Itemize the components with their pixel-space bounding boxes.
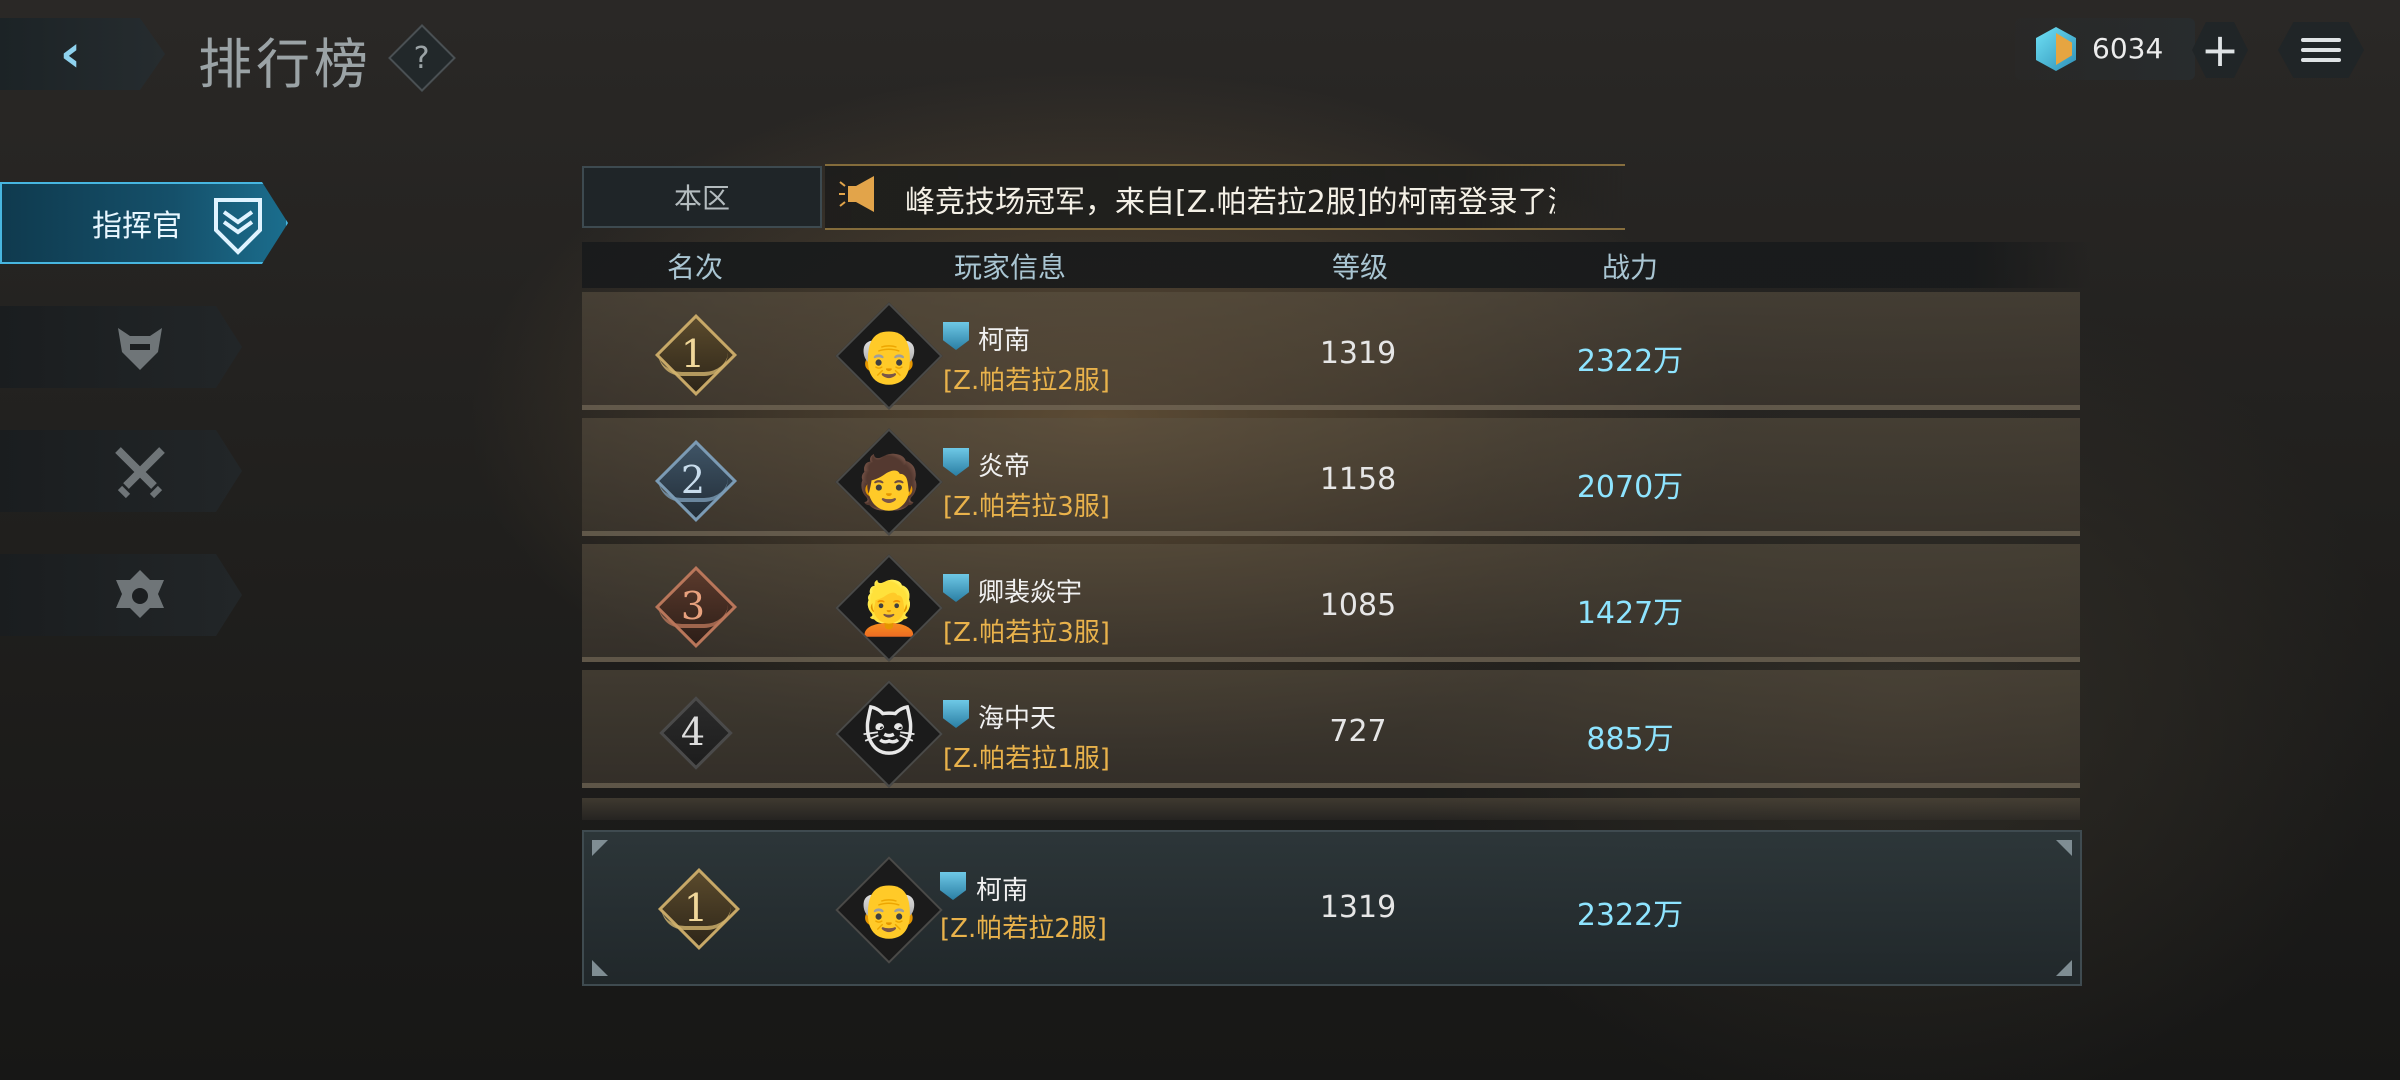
player-power: 2322万: [1576, 344, 1684, 379]
commander-badge-icon: [210, 196, 266, 264]
sidebar-tab-helmet[interactable]: [0, 306, 242, 388]
player-power: 885万: [1586, 722, 1674, 757]
add-currency-button[interactable]: +: [2192, 22, 2248, 78]
player-name: 柯南: [978, 326, 1031, 356]
player-level: 1158: [1319, 462, 1397, 497]
back-arrow-icon: ‹: [59, 24, 82, 84]
plus-icon: +: [2200, 23, 2240, 77]
player-server: [Z.帕若拉3服]: [943, 492, 1110, 522]
corner-decoration: [592, 960, 608, 976]
guild-emblem-icon: [110, 566, 170, 636]
rank-number: 1: [680, 332, 706, 376]
rank-number: 4: [680, 710, 706, 754]
player-level: 1085: [1319, 588, 1397, 623]
sidebar-tab-swords[interactable]: [0, 430, 242, 512]
page-title: 排行榜: [198, 33, 372, 96]
header-player-info: 玩家信息: [953, 251, 1066, 284]
rank-number: 2: [680, 458, 706, 502]
menu-icon: [2301, 38, 2341, 42]
header-power: 战力: [1601, 251, 1658, 284]
player-server: [Z.帕若拉1服]: [943, 744, 1110, 774]
tab-region[interactable]: 本区: [582, 166, 822, 228]
megaphone-icon: [838, 172, 884, 216]
menu-button[interactable]: [2278, 22, 2364, 78]
player-name: 卿裴焱宇: [978, 578, 1083, 608]
helmet-icon: [110, 318, 170, 388]
player-power: 2070万: [1576, 470, 1684, 505]
my-player-server: [Z.帕若拉2服]: [940, 914, 1107, 944]
player-name: 海中天: [978, 704, 1057, 734]
crossed-swords-icon: [110, 442, 170, 512]
header-rank: 名次: [666, 251, 723, 284]
my-rank-number: 1: [683, 886, 709, 930]
currency-amount: 6034: [2092, 32, 2164, 65]
player-level: 727: [1329, 714, 1387, 749]
header-level: 等级: [1331, 251, 1388, 284]
player-server: [Z.帕若拉2服]: [943, 366, 1110, 396]
question-icon: ?: [414, 40, 430, 76]
table-row-partial: [582, 798, 2080, 820]
help-button[interactable]: ?: [388, 24, 456, 92]
player-server: [Z.帕若拉3服]: [943, 618, 1110, 648]
back-button[interactable]: ‹: [0, 18, 165, 90]
player-name: 炎帝: [978, 452, 1031, 482]
my-player-power: 2322万: [1576, 898, 1684, 933]
sidebar-tab-commander[interactable]: 指挥官: [0, 182, 288, 264]
sidebar-tab-label: 指挥官: [92, 209, 182, 244]
corner-decoration: [2056, 840, 2072, 856]
sidebar-tab-guild[interactable]: [0, 554, 242, 636]
my-player-name: 柯南: [976, 876, 1029, 906]
player-power: 1427万: [1576, 596, 1684, 631]
rank-number: 3: [680, 584, 706, 628]
announcement-text: 峰竞技场冠军，来自[Z.帕若拉2服]的柯南登录了游: [905, 185, 1555, 220]
corner-decoration: [2056, 960, 2072, 976]
player-level: 1319: [1319, 336, 1397, 371]
corner-decoration: [592, 840, 608, 856]
my-player-level: 1319: [1319, 890, 1397, 925]
